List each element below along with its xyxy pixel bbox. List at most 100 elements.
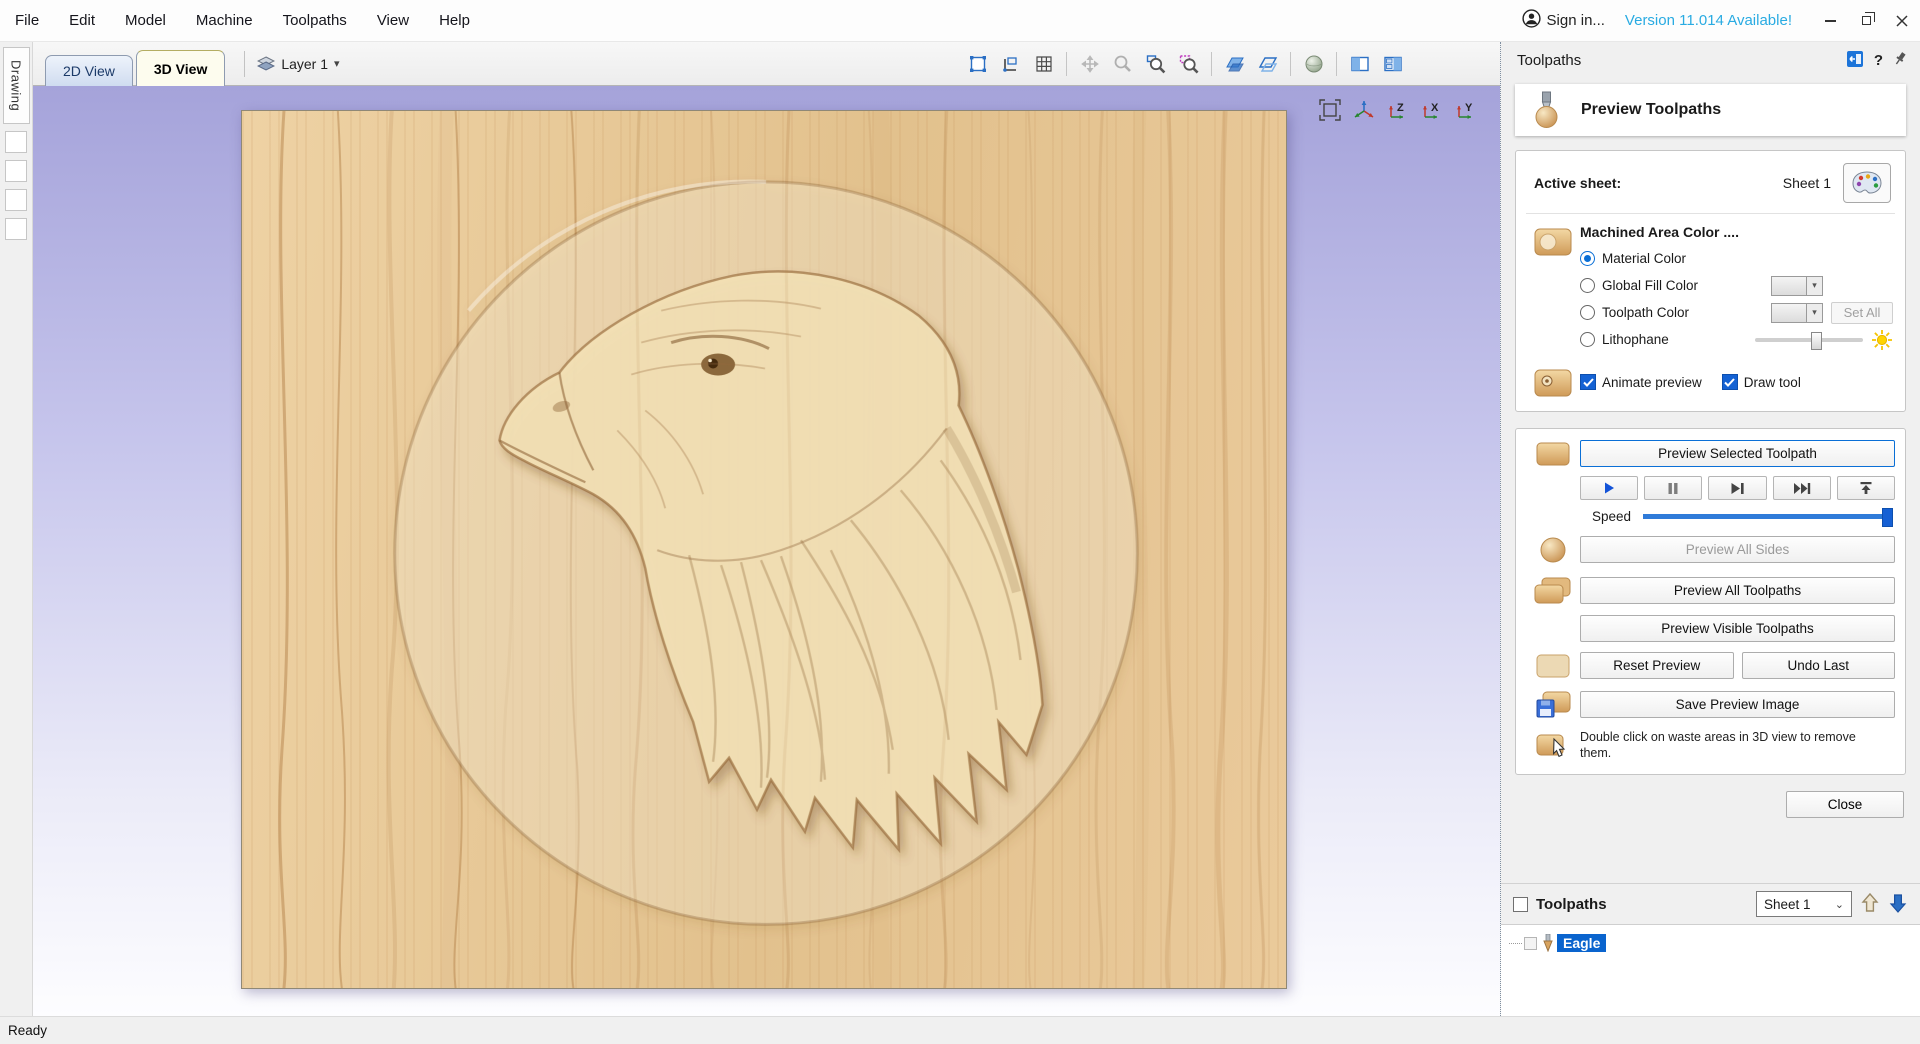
tab-2d-view[interactable]: 2D View [45, 55, 133, 86]
wireframe-view-icon[interactable] [1252, 49, 1283, 79]
menu-file[interactable]: File [0, 0, 54, 41]
toolpath-color-radio[interactable] [1580, 305, 1595, 320]
sign-in-button[interactable]: Sign in... [1522, 9, 1605, 32]
global-fill-color-dropdown[interactable]: ▾ [1771, 276, 1823, 296]
toolpath-item-checkbox[interactable] [1524, 937, 1537, 950]
toolpaths-visibility-checkbox[interactable] [1513, 897, 1528, 912]
preview-selected-icon [1536, 441, 1570, 467]
lithophane-slider[interactable] [1755, 338, 1863, 342]
speed-slider[interactable] [1643, 514, 1891, 519]
minimize-button[interactable] [1812, 6, 1848, 36]
speed-label: Speed [1592, 509, 1631, 524]
undo-last-button[interactable]: Undo Last [1742, 652, 1896, 679]
check-icon [1583, 378, 1594, 387]
arrow-down-icon [1888, 892, 1908, 914]
skip-to-end-icon [1793, 482, 1811, 495]
chevron-down-icon: ▾ [1806, 304, 1822, 322]
sidebar-slot[interactable] [5, 218, 27, 240]
tab-3d-view[interactable]: 3D View [136, 50, 225, 86]
toolpath-color-dropdown[interactable]: ▾ [1771, 303, 1823, 323]
close-panel-button[interactable]: Close [1786, 791, 1904, 818]
set-all-button[interactable]: Set All [1831, 302, 1893, 324]
restore-button[interactable] [1848, 6, 1884, 36]
menu-toolpaths[interactable]: Toolpaths [268, 0, 362, 41]
toolpath-item-name[interactable]: Eagle [1557, 934, 1606, 952]
menu-edit[interactable]: Edit [54, 0, 110, 41]
preview-visible-toolpaths-button[interactable]: Preview Visible Toolpaths [1580, 615, 1895, 642]
reset-preview-button[interactable]: Reset Preview [1580, 652, 1734, 679]
material-visibility-icon[interactable] [1298, 49, 1329, 79]
menu-model[interactable]: Model [110, 0, 181, 41]
chevron-down-icon: ▾ [334, 57, 340, 70]
animate-preview-checkbox[interactable] [1580, 374, 1596, 390]
save-preview-image-button[interactable]: Save Preview Image [1580, 691, 1895, 718]
material-color-icon [1534, 226, 1572, 258]
minimize-icon [1825, 20, 1836, 22]
ballnose-tool-icon [1527, 90, 1565, 130]
grid-toggle-icon[interactable] [1028, 49, 1059, 79]
color-swatch [1772, 277, 1806, 295]
fit-view-icon[interactable] [1318, 98, 1342, 122]
draw-tool-checkbox[interactable] [1722, 374, 1738, 390]
axis-z-view-icon[interactable]: Z [1386, 99, 1410, 121]
play-button[interactable] [1580, 476, 1638, 500]
viewport-3d[interactable]: Z X Y [33, 86, 1500, 1016]
zoom-window-icon[interactable] [1140, 49, 1171, 79]
zoom-tool-icon[interactable] [1107, 49, 1138, 79]
separator [1290, 52, 1291, 76]
radio-row-toolpath-color: Toolpath Color ▾ Set All [1580, 299, 1893, 326]
job-frame-icon[interactable] [962, 49, 993, 79]
preview-all-sides-button[interactable]: Preview All Sides [1580, 536, 1895, 563]
sidebar-slot[interactable] [5, 160, 27, 182]
pin-icon[interactable] [1893, 51, 1908, 69]
global-fill-radio[interactable] [1580, 278, 1595, 293]
pan-view-icon[interactable] [1074, 49, 1105, 79]
close-icon [1896, 15, 1908, 27]
zoom-extents-icon[interactable] [1173, 49, 1204, 79]
color-swatch [1772, 304, 1806, 322]
sidebar-slot[interactable] [5, 131, 27, 153]
sidebar-slot[interactable] [5, 189, 27, 211]
palette-icon [1851, 170, 1883, 196]
split-view-icon[interactable] [1344, 49, 1375, 79]
dock-panel-icon[interactable] [1846, 50, 1864, 71]
check-icon [1724, 378, 1735, 387]
step-forward-button[interactable] [1708, 476, 1766, 500]
sheet-filter-value: Sheet 1 [1764, 897, 1811, 912]
sheet-filter-select[interactable]: Sheet 1 ⌄ [1756, 891, 1852, 917]
preview-all-sides-icon [1538, 535, 1568, 565]
material-color-radio[interactable] [1580, 251, 1595, 266]
move-up-button[interactable] [1860, 892, 1880, 917]
close-window-button[interactable] [1884, 6, 1920, 36]
preview-selected-toolpath-button[interactable]: Preview Selected Toolpath [1580, 440, 1895, 467]
skip-to-top-button[interactable] [1837, 476, 1895, 500]
guides-snap-icon[interactable] [995, 49, 1026, 79]
skip-to-end-button[interactable] [1773, 476, 1831, 500]
layer-selector[interactable]: Layer 1 ▾ [253, 56, 343, 72]
lithophane-radio[interactable] [1580, 332, 1595, 347]
menu-view[interactable]: View [362, 0, 424, 41]
remove-waste-icon [1536, 731, 1570, 761]
menu-machine[interactable]: Machine [181, 0, 268, 41]
sheet-color-button[interactable] [1843, 163, 1891, 203]
shaded-view-icon[interactable] [1219, 49, 1250, 79]
axis-x-view-icon[interactable]: X [1420, 99, 1444, 121]
menu-help[interactable]: Help [424, 0, 485, 41]
panel-title: Toolpaths [1517, 52, 1581, 69]
preview-all-toolpaths-button[interactable]: Preview All Toolpaths [1580, 577, 1895, 604]
move-down-button[interactable] [1888, 892, 1908, 917]
tile-view-icon[interactable] [1377, 49, 1408, 79]
help-icon[interactable]: ? [1874, 52, 1883, 69]
pause-icon [1667, 482, 1679, 495]
iso-view-icon[interactable] [1352, 98, 1376, 122]
drawing-sidebar: Drawing [0, 42, 33, 1016]
pause-button[interactable] [1644, 476, 1702, 500]
axis-y-view-icon[interactable]: Y [1454, 99, 1478, 121]
status-bar: Ready [0, 1016, 1920, 1044]
version-link[interactable]: Version 11.014 Available! [1625, 12, 1792, 29]
play-icon [1602, 481, 1616, 495]
drawing-tab[interactable]: Drawing [3, 47, 30, 124]
separator [1211, 52, 1212, 76]
global-fill-label: Global Fill Color [1602, 278, 1698, 293]
material-color-label: Material Color [1602, 251, 1686, 266]
